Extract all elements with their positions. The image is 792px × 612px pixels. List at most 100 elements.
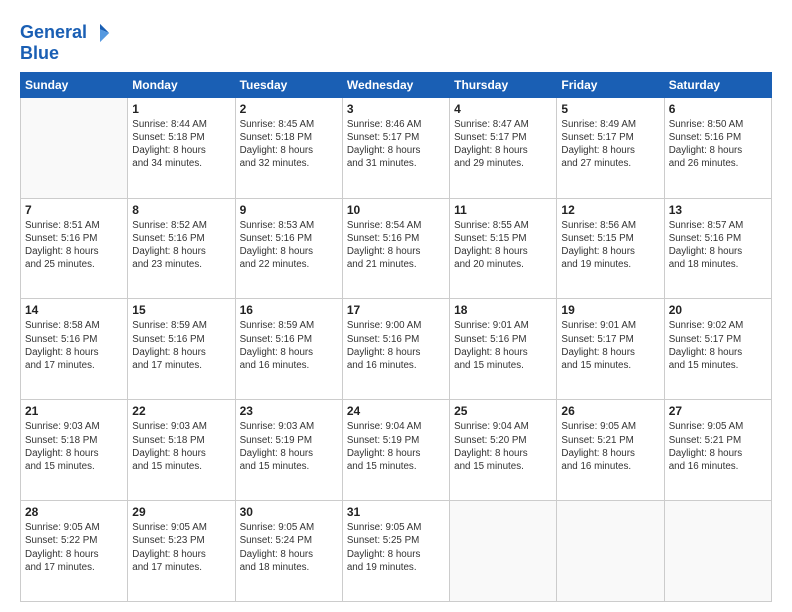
day-info: Sunrise: 9:01 AMSunset: 5:17 PMDaylight:… [561,319,659,372]
day-info: Sunrise: 9:02 AMSunset: 5:17 PMDaylight:… [669,319,767,372]
calendar-cell: 18 Sunrise: 9:01 AMSunset: 5:16 PMDayligh… [450,299,557,400]
day-info: Sunrise: 8:45 AMSunset: 5:18 PMDaylight:… [240,118,338,171]
day-number: 2 [240,102,338,116]
calendar-cell: 21 Sunrise: 9:03 AMSunset: 5:18 PMDayligh… [21,400,128,501]
day-number: 8 [132,203,230,217]
day-info: Sunrise: 8:59 AMSunset: 5:16 PMDaylight:… [240,319,338,372]
calendar-cell [450,501,557,602]
weekday-header-row: SundayMondayTuesdayWednesdayThursdayFrid… [21,72,772,97]
day-number: 19 [561,303,659,317]
day-info: Sunrise: 9:05 AMSunset: 5:21 PMDaylight:… [561,420,659,473]
day-info: Sunrise: 9:00 AMSunset: 5:16 PMDaylight:… [347,319,445,372]
calendar-cell: 12Sunrise: 8:56 AMSunset: 5:15 PMDayligh… [557,198,664,299]
day-number: 6 [669,102,767,116]
calendar-cell: 5 Sunrise: 8:49 AMSunset: 5:17 PMDaylight… [557,97,664,198]
day-info: Sunrise: 9:04 AMSunset: 5:20 PMDaylight:… [454,420,552,473]
weekday-monday: Monday [128,72,235,97]
calendar-cell: 4 Sunrise: 8:47 AMSunset: 5:17 PMDaylight… [450,97,557,198]
calendar-cell: 20 Sunrise: 9:02 AMSunset: 5:17 PMDayligh… [664,299,771,400]
day-info: Sunrise: 9:05 AMSunset: 5:25 PMDaylight:… [347,521,445,574]
day-number: 22 [132,404,230,418]
weekday-friday: Friday [557,72,664,97]
day-info: Sunrise: 9:01 AMSunset: 5:16 PMDaylight:… [454,319,552,372]
day-info: Sunrise: 8:52 AMSunset: 5:16 PMDaylight:… [132,219,230,272]
calendar-cell: 6 Sunrise: 8:50 AMSunset: 5:16 PMDaylight… [664,97,771,198]
day-info: Sunrise: 9:05 AMSunset: 5:22 PMDaylight:… [25,521,123,574]
calendar-cell [21,97,128,198]
day-info: Sunrise: 8:47 AMSunset: 5:17 PMDaylight:… [454,118,552,171]
day-info: Sunrise: 9:03 AMSunset: 5:18 PMDaylight:… [25,420,123,473]
calendar-week-4: 21 Sunrise: 9:03 AMSunset: 5:18 PMDayligh… [21,400,772,501]
weekday-thursday: Thursday [450,72,557,97]
calendar-cell: 24Sunrise: 9:04 AMSunset: 5:19 PMDayligh… [342,400,449,501]
day-number: 12 [561,203,659,217]
calendar-cell: 30 Sunrise: 9:05 AMSunset: 5:24 PMDayligh… [235,501,342,602]
day-info: Sunrise: 9:05 AMSunset: 5:23 PMDaylight:… [132,521,230,574]
day-info: Sunrise: 8:50 AMSunset: 5:16 PMDaylight:… [669,118,767,171]
day-number: 5 [561,102,659,116]
calendar-cell: 22 Sunrise: 9:03 AMSunset: 5:18 PMDayligh… [128,400,235,501]
day-number: 25 [454,404,552,418]
header: General Blue [20,18,772,64]
day-info: Sunrise: 9:05 AMSunset: 5:21 PMDaylight:… [669,420,767,473]
calendar-cell: 1 Sunrise: 8:44 AMSunset: 5:18 PMDaylight… [128,97,235,198]
logo-text-line2: Blue [20,44,111,64]
day-number: 29 [132,505,230,519]
calendar-cell: 28 Sunrise: 9:05 AMSunset: 5:22 PMDayligh… [21,501,128,602]
calendar-cell: 2 Sunrise: 8:45 AMSunset: 5:18 PMDaylight… [235,97,342,198]
calendar-cell: 27Sunrise: 9:05 AMSunset: 5:21 PMDayligh… [664,400,771,501]
day-info: Sunrise: 8:46 AMSunset: 5:17 PMDaylight:… [347,118,445,171]
logo-text-line1: General [20,23,87,43]
day-number: 11 [454,203,552,217]
day-number: 17 [347,303,445,317]
calendar-cell [664,501,771,602]
weekday-saturday: Saturday [664,72,771,97]
calendar-cell: 26 Sunrise: 9:05 AMSunset: 5:21 PMDayligh… [557,400,664,501]
day-number: 24 [347,404,445,418]
day-number: 28 [25,505,123,519]
day-info: Sunrise: 9:03 AMSunset: 5:18 PMDaylight:… [132,420,230,473]
day-info: Sunrise: 9:03 AMSunset: 5:19 PMDaylight:… [240,420,338,473]
day-info: Sunrise: 8:58 AMSunset: 5:16 PMDaylight:… [25,319,123,372]
calendar-cell: 31 Sunrise: 9:05 AMSunset: 5:25 PMDayligh… [342,501,449,602]
calendar-week-1: 1 Sunrise: 8:44 AMSunset: 5:18 PMDaylight… [21,97,772,198]
day-info: Sunrise: 8:57 AMSunset: 5:16 PMDaylight:… [669,219,767,272]
day-number: 23 [240,404,338,418]
calendar-cell: 17 Sunrise: 9:00 AMSunset: 5:16 PMDayligh… [342,299,449,400]
day-number: 18 [454,303,552,317]
day-number: 21 [25,404,123,418]
day-number: 9 [240,203,338,217]
day-info: Sunrise: 8:59 AMSunset: 5:16 PMDaylight:… [132,319,230,372]
day-number: 4 [454,102,552,116]
calendar-week-3: 14Sunrise: 8:58 AMSunset: 5:16 PMDayligh… [21,299,772,400]
calendar-cell: 29 Sunrise: 9:05 AMSunset: 5:23 PMDayligh… [128,501,235,602]
day-number: 15 [132,303,230,317]
day-info: Sunrise: 8:44 AMSunset: 5:18 PMDaylight:… [132,118,230,171]
day-number: 13 [669,203,767,217]
calendar-body: 1 Sunrise: 8:44 AMSunset: 5:18 PMDaylight… [21,97,772,601]
day-number: 16 [240,303,338,317]
calendar-cell [557,501,664,602]
day-number: 1 [132,102,230,116]
weekday-tuesday: Tuesday [235,72,342,97]
calendar-cell: 13 Sunrise: 8:57 AMSunset: 5:16 PMDayligh… [664,198,771,299]
day-number: 31 [347,505,445,519]
day-number: 3 [347,102,445,116]
day-info: Sunrise: 8:54 AMSunset: 5:16 PMDaylight:… [347,219,445,272]
day-info: Sunrise: 9:05 AMSunset: 5:24 PMDaylight:… [240,521,338,574]
day-info: Sunrise: 8:53 AMSunset: 5:16 PMDaylight:… [240,219,338,272]
day-number: 20 [669,303,767,317]
day-number: 30 [240,505,338,519]
day-number: 26 [561,404,659,418]
calendar-cell: 15 Sunrise: 8:59 AMSunset: 5:16 PMDayligh… [128,299,235,400]
day-info: Sunrise: 8:49 AMSunset: 5:17 PMDaylight:… [561,118,659,171]
calendar-week-5: 28 Sunrise: 9:05 AMSunset: 5:22 PMDayligh… [21,501,772,602]
calendar-cell: 8 Sunrise: 8:52 AMSunset: 5:16 PMDaylight… [128,198,235,299]
calendar-cell: 7Sunrise: 8:51 AMSunset: 5:16 PMDaylight… [21,198,128,299]
weekday-wednesday: Wednesday [342,72,449,97]
calendar-cell: 9 Sunrise: 8:53 AMSunset: 5:16 PMDaylight… [235,198,342,299]
calendar-cell: 19 Sunrise: 9:01 AMSunset: 5:17 PMDayligh… [557,299,664,400]
logo: General Blue [20,22,111,64]
calendar-cell: 16 Sunrise: 8:59 AMSunset: 5:16 PMDayligh… [235,299,342,400]
calendar-cell: 25 Sunrise: 9:04 AMSunset: 5:20 PMDayligh… [450,400,557,501]
